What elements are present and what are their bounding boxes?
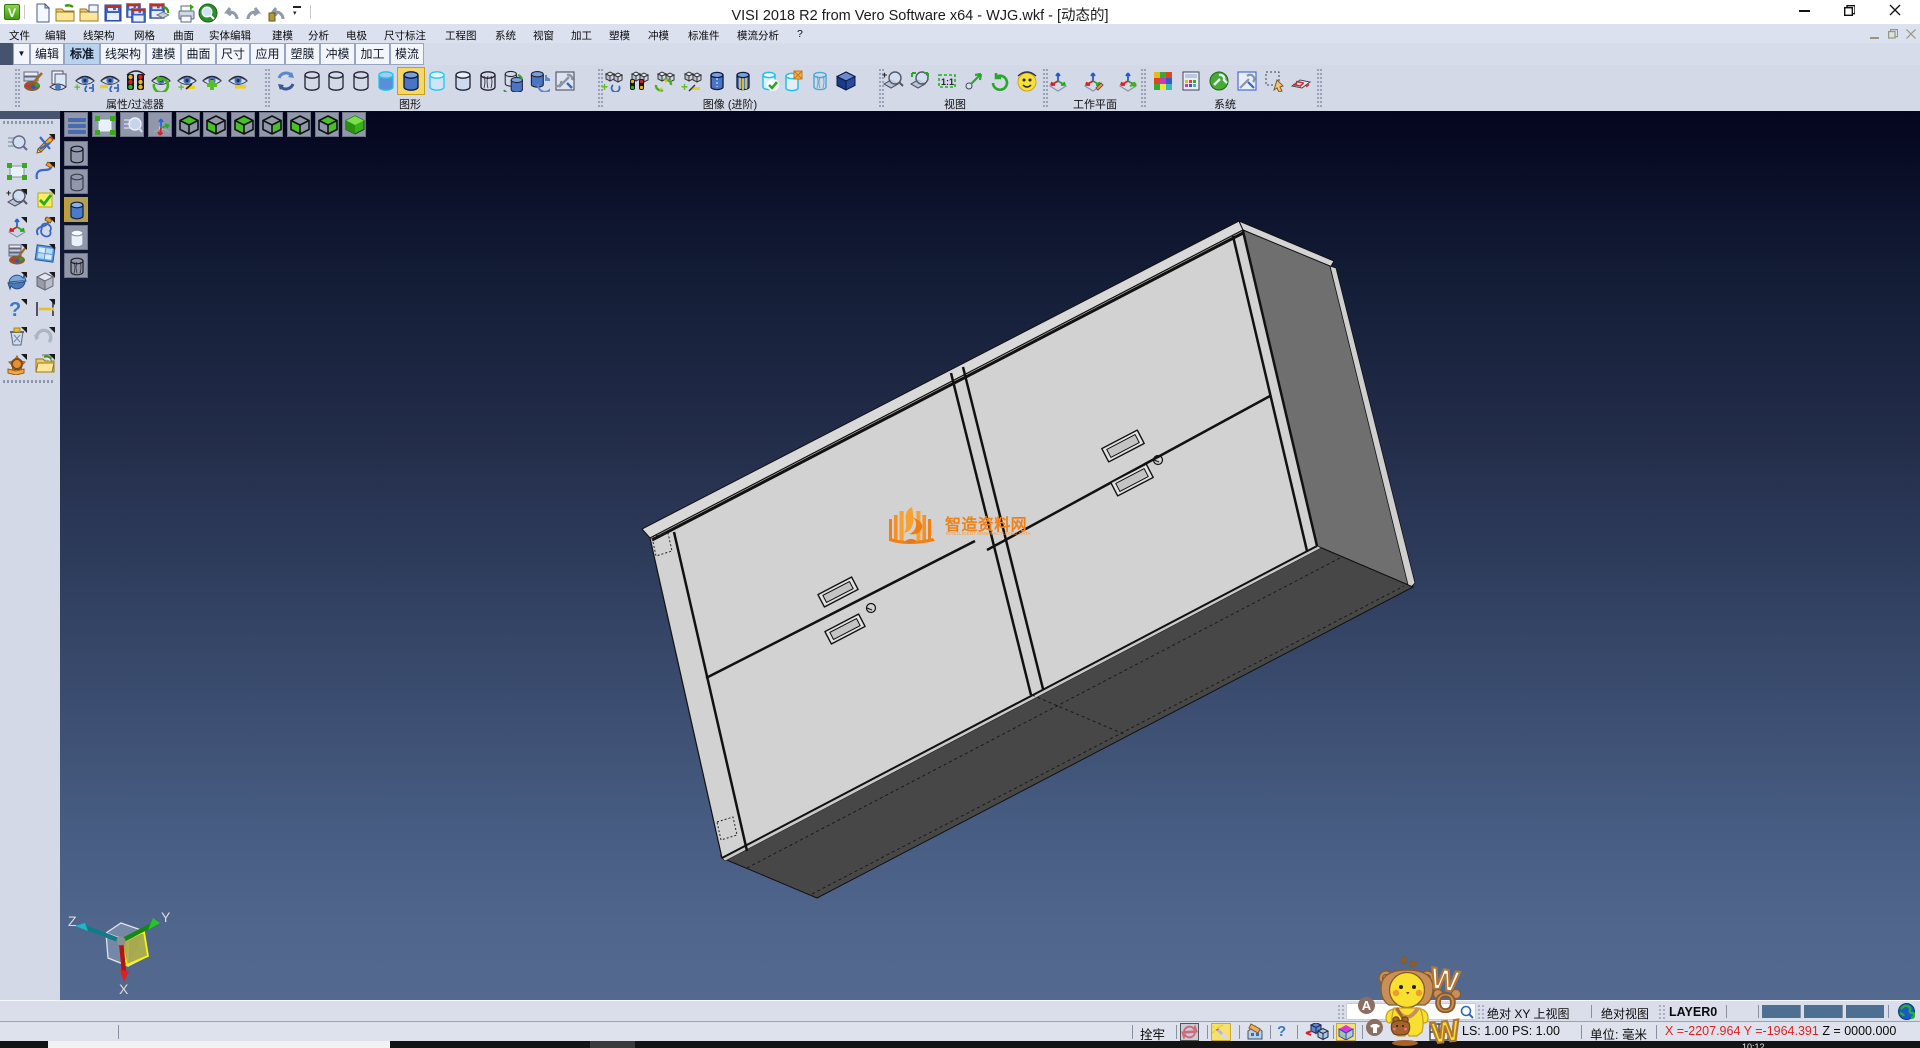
svg-text:+: + bbox=[6, 188, 11, 198]
svg-text:?: ? bbox=[9, 299, 21, 320]
svg-text:Z: Z bbox=[68, 913, 77, 929]
svg-text:X: X bbox=[119, 981, 129, 997]
svg-text:+: + bbox=[882, 70, 887, 80]
svg-text:Y: Y bbox=[161, 909, 171, 925]
svg-text:1:1: 1:1 bbox=[941, 77, 954, 87]
svg-text:+: + bbox=[74, 82, 80, 92]
svg-text:+: + bbox=[178, 82, 184, 92]
svg-text:+: + bbox=[601, 80, 608, 92]
svg-text:O: O bbox=[1435, 988, 1456, 1018]
svg-text:W: W bbox=[1430, 1014, 1463, 1048]
svg-text:+: + bbox=[681, 80, 688, 92]
